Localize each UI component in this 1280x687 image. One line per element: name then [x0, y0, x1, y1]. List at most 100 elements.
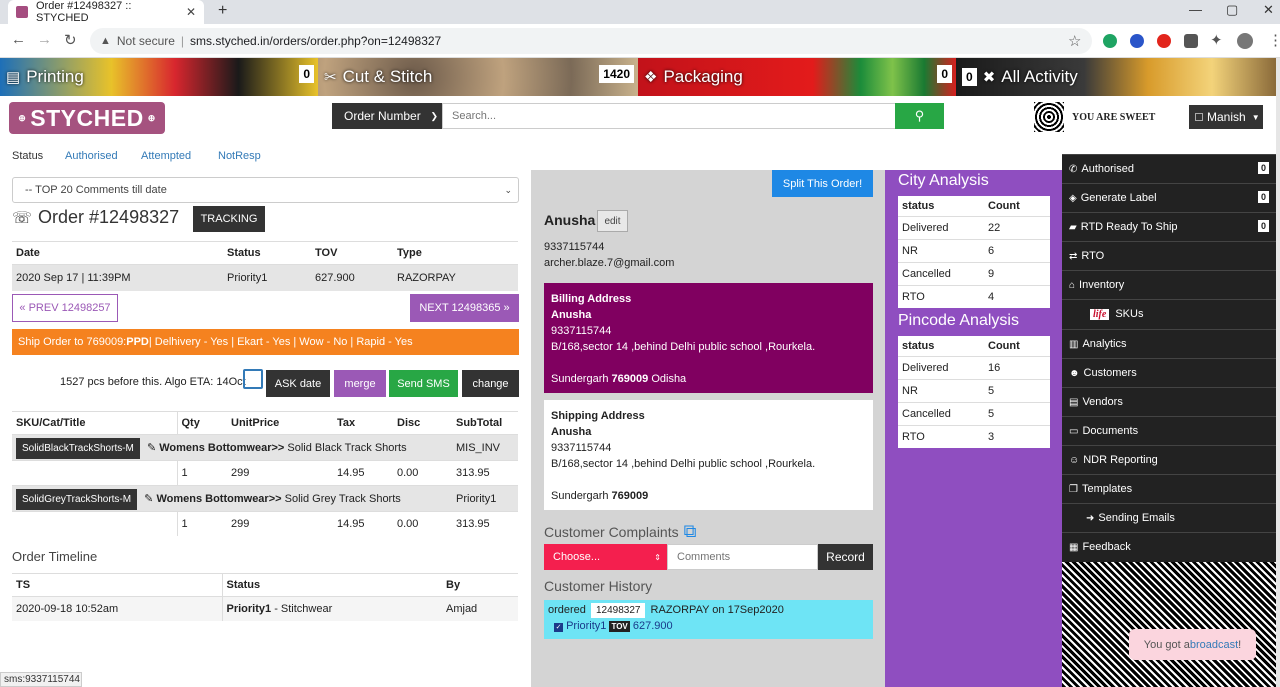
send-sms-button[interactable]: Send SMS — [389, 370, 458, 397]
activity-icon: ✖ — [982, 69, 996, 86]
you-are-sweet-badge: YOU ARE SWEET — [1034, 102, 1178, 132]
forward-icon[interactable]: → — [37, 31, 52, 48]
merge-button[interactable]: merge — [334, 370, 386, 397]
table-row: 1 299 14.95 0.00 313.95 — [12, 460, 518, 486]
broadcast-link[interactable]: broadcast — [1190, 639, 1238, 651]
warning-icon: ▲ — [100, 35, 111, 47]
pencil-icon[interactable]: ✎ — [147, 442, 156, 454]
items-table: SKU/Cat/Title Qty UnitPrice Tax Disc Sub… — [12, 411, 518, 536]
banner-all-activity[interactable]: 0 ✖ All Activity — [956, 58, 1276, 96]
sidebar-item-inventory[interactable]: ⌂ Inventory — [1062, 270, 1276, 299]
copy-icon: ❐ — [1069, 483, 1078, 495]
timeline-table: TS Status By 2020-09-18 10:52am Priority… — [12, 573, 518, 621]
customer-name: Anusha — [544, 212, 596, 228]
tab-title: Order #12498327 :: STYCHED — [36, 0, 132, 24]
sidebar-item-authorised[interactable]: ✆ Authorised 0 — [1062, 154, 1276, 183]
banner-cut-stitch[interactable]: ✂ Cut & Stitch 1420 — [318, 58, 638, 96]
banner-packaging[interactable]: ❖ Packaging 0 — [638, 58, 956, 96]
new-tab-icon[interactable]: + — [218, 2, 227, 20]
shipping-address: Shipping Address Anusha 9337115744 B/168… — [544, 400, 873, 510]
search-input[interactable] — [442, 103, 896, 129]
tab-status[interactable]: Status — [12, 150, 43, 162]
minimize-icon[interactable]: — — [1189, 2, 1202, 17]
tab-attempted[interactable]: Attempted — [141, 150, 191, 162]
updown-icon: ⇕ — [654, 552, 661, 562]
sidebar-item-customers[interactable]: ☻ Customers — [1062, 358, 1276, 387]
sku-tag[interactable]: SolidGreyTrackShorts-M — [16, 489, 138, 510]
complaint-type-select[interactable]: Choose... ⇕ — [544, 544, 667, 570]
complaint-comments-input[interactable] — [667, 544, 818, 570]
swap-icon: ⇄ — [1069, 250, 1078, 262]
comments-select[interactable]: -- TOP 20 Comments till date ⌄ — [12, 177, 519, 203]
reload-icon[interactable]: ↻ — [64, 31, 77, 49]
sidebar-item-rto[interactable]: ⇄ RTO — [1062, 241, 1276, 270]
close-tab-icon[interactable]: ✕ — [186, 5, 196, 19]
tab-notresp[interactable]: NotResp — [218, 150, 261, 162]
broadcast-toast[interactable]: You got a broadcast! — [1129, 629, 1256, 660]
close-window-icon[interactable]: ✕ — [1263, 2, 1274, 18]
sidebar-item-rtd[interactable]: ▰ RTD Ready To Ship 0 — [1062, 212, 1276, 241]
url-bar[interactable]: ▲ Not secure | sms.styched.in/orders/ord… — [90, 28, 1092, 54]
printing-count: 0 — [299, 65, 314, 83]
tag-icon: ◈ — [1069, 192, 1077, 204]
extension-icon[interactable] — [1130, 34, 1144, 48]
packaging-count: 0 — [937, 65, 952, 83]
sku-tag[interactable]: SolidBlackTrackShorts-M — [16, 438, 140, 459]
page-scrollbar[interactable] — [1276, 58, 1280, 687]
styched-logo[interactable]: ⊕ STYCHED ⊕ — [9, 102, 165, 134]
browser-tab[interactable]: Order #12498327 :: STYCHED ✕ — [8, 0, 204, 24]
star-icon[interactable]: ☆ — [1068, 32, 1081, 50]
customer-email: archer.blaze.7@gmail.com — [544, 257, 675, 269]
table-row: Delivered 22 — [898, 216, 1050, 240]
tab-authorised[interactable]: Authorised — [65, 150, 118, 162]
ask-date-button[interactable]: ASK date — [266, 370, 330, 397]
extension-icon[interactable] — [1103, 34, 1117, 48]
sidebar-item-analytics[interactable]: ▥ Analytics — [1062, 329, 1276, 358]
table-row: SolidGreyTrackShorts-M ✎ Womens Bottomwe… — [12, 485, 518, 512]
order-number-select[interactable]: Order Number ❯ — [332, 103, 442, 129]
not-secure-label: Not secure — [116, 34, 175, 48]
menu-dots-icon[interactable]: ⋮ — [1268, 31, 1280, 49]
edit-customer-button[interactable]: edit — [597, 210, 628, 232]
phone-icon: ✆ — [1069, 163, 1078, 175]
prev-order-button[interactable]: « PREV 12498257 — [12, 294, 118, 322]
back-icon[interactable]: ← — [11, 31, 26, 48]
sidebar-item-ndr-reporting[interactable]: ☺ NDR Reporting — [1062, 445, 1276, 474]
search-button[interactable]: ⚲ — [895, 103, 944, 129]
customer-history-title: Customer History — [544, 578, 653, 594]
user-icon: ☺ — [1069, 454, 1080, 466]
customer-history-item[interactable]: ordered 12498327 RAZORPAY on 17Sep2020 ✓… — [544, 600, 873, 639]
calendar-icon[interactable] — [243, 369, 263, 389]
sidebar-item-skus[interactable]: life SKUs — [1062, 299, 1276, 328]
change-button[interactable]: change — [462, 370, 519, 397]
sidebar-item-vendors[interactable]: ▤ Vendors — [1062, 387, 1276, 416]
maximize-icon[interactable]: ▢ — [1226, 2, 1238, 18]
barcode-icon: ▥ — [1069, 338, 1079, 350]
arrow-right-icon: ➜ — [1086, 512, 1095, 524]
record-button[interactable]: Record — [818, 544, 873, 570]
puzzle-icon[interactable]: ✦ — [1210, 31, 1223, 49]
search-icon: ⚲ — [914, 108, 925, 123]
checkbox-icon[interactable]: ✓ — [554, 623, 563, 632]
sidebar-item-documents[interactable]: ▭ Documents — [1062, 416, 1276, 445]
sidebar-item-sending-emails[interactable]: ➜ Sending Emails — [1062, 503, 1276, 532]
extension-icon[interactable] — [1157, 34, 1171, 48]
history-order-id[interactable]: 12498327 — [590, 603, 646, 618]
chevron-down-icon: ❯ — [430, 110, 438, 121]
profile-avatar[interactable] — [1237, 33, 1253, 49]
city-analysis-table: status Count Delivered 22 NR 6 Cancelled 9 R… — [898, 196, 1050, 308]
sidebar-item-templates[interactable]: ❐ Templates — [1062, 474, 1276, 503]
tracking-button[interactable]: TRACKING — [193, 206, 265, 232]
pincode-analysis-table: status Count Delivered 16 NR 5 Cancelled 5 R… — [898, 336, 1050, 448]
favicon-icon — [16, 6, 28, 18]
table-row: RTO 3 — [898, 425, 1050, 448]
external-link-icon[interactable]: ⧉ — [684, 521, 697, 542]
user-menu-button[interactable]: Manish ▼ — [1189, 105, 1263, 129]
sidebar-item-feedback[interactable]: ▦ Feedback — [1062, 532, 1276, 561]
banner-printing[interactable]: ▤ Printing 0 — [0, 58, 318, 96]
pencil-icon[interactable]: ✎ — [144, 493, 153, 505]
extension-icon[interactable] — [1184, 34, 1198, 48]
next-order-button[interactable]: NEXT 12498365 » — [410, 294, 519, 322]
sidebar-item-generate-label[interactable]: ◈ Generate Label 0 — [1062, 183, 1276, 212]
split-order-button[interactable]: Split This Order! — [772, 170, 873, 197]
